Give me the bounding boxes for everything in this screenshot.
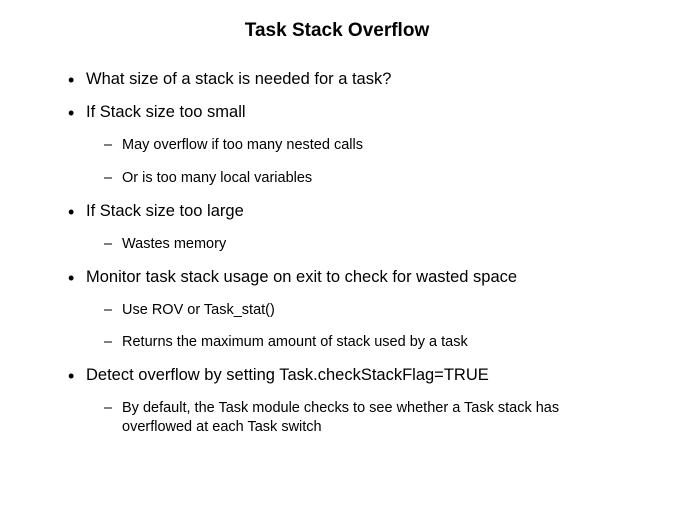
list-item: If Stack size too small May overflow if … — [68, 103, 624, 188]
bullet-list: What size of a stack is needed for a tas… — [50, 70, 624, 437]
list-item: What size of a stack is needed for a tas… — [68, 70, 624, 89]
sub-list: May overflow if too many nested calls Or… — [86, 136, 624, 188]
sub-list: By default, the Task module checks to se… — [86, 399, 624, 437]
list-item-text: If Stack size too small — [86, 103, 246, 121]
list-item-text: What size of a stack is needed for a tas… — [86, 70, 391, 88]
sub-list-item: Use ROV or Task_stat() — [104, 301, 624, 320]
list-item-text: Monitor task stack usage on exit to chec… — [86, 268, 517, 286]
list-item: Monitor task stack usage on exit to chec… — [68, 268, 624, 353]
list-item: Detect overflow by setting Task.checkSta… — [68, 366, 624, 437]
sub-list-item: Or is too many local variables — [104, 169, 624, 188]
sub-list-item: Returns the maximum amount of stack used… — [104, 333, 624, 352]
list-item-text: Detect overflow by setting Task.checkSta… — [86, 366, 489, 384]
sub-list-item: Wastes memory — [104, 235, 624, 254]
list-item-text: If Stack size too large — [86, 202, 244, 220]
sub-list-item: By default, the Task module checks to se… — [104, 399, 624, 437]
list-item: If Stack size too large Wastes memory — [68, 202, 624, 254]
sub-list: Use ROV or Task_stat() Returns the maxim… — [86, 301, 624, 353]
page-title: Task Stack Overflow — [50, 20, 624, 42]
sub-list-item: May overflow if too many nested calls — [104, 136, 624, 155]
sub-list: Wastes memory — [86, 235, 624, 254]
